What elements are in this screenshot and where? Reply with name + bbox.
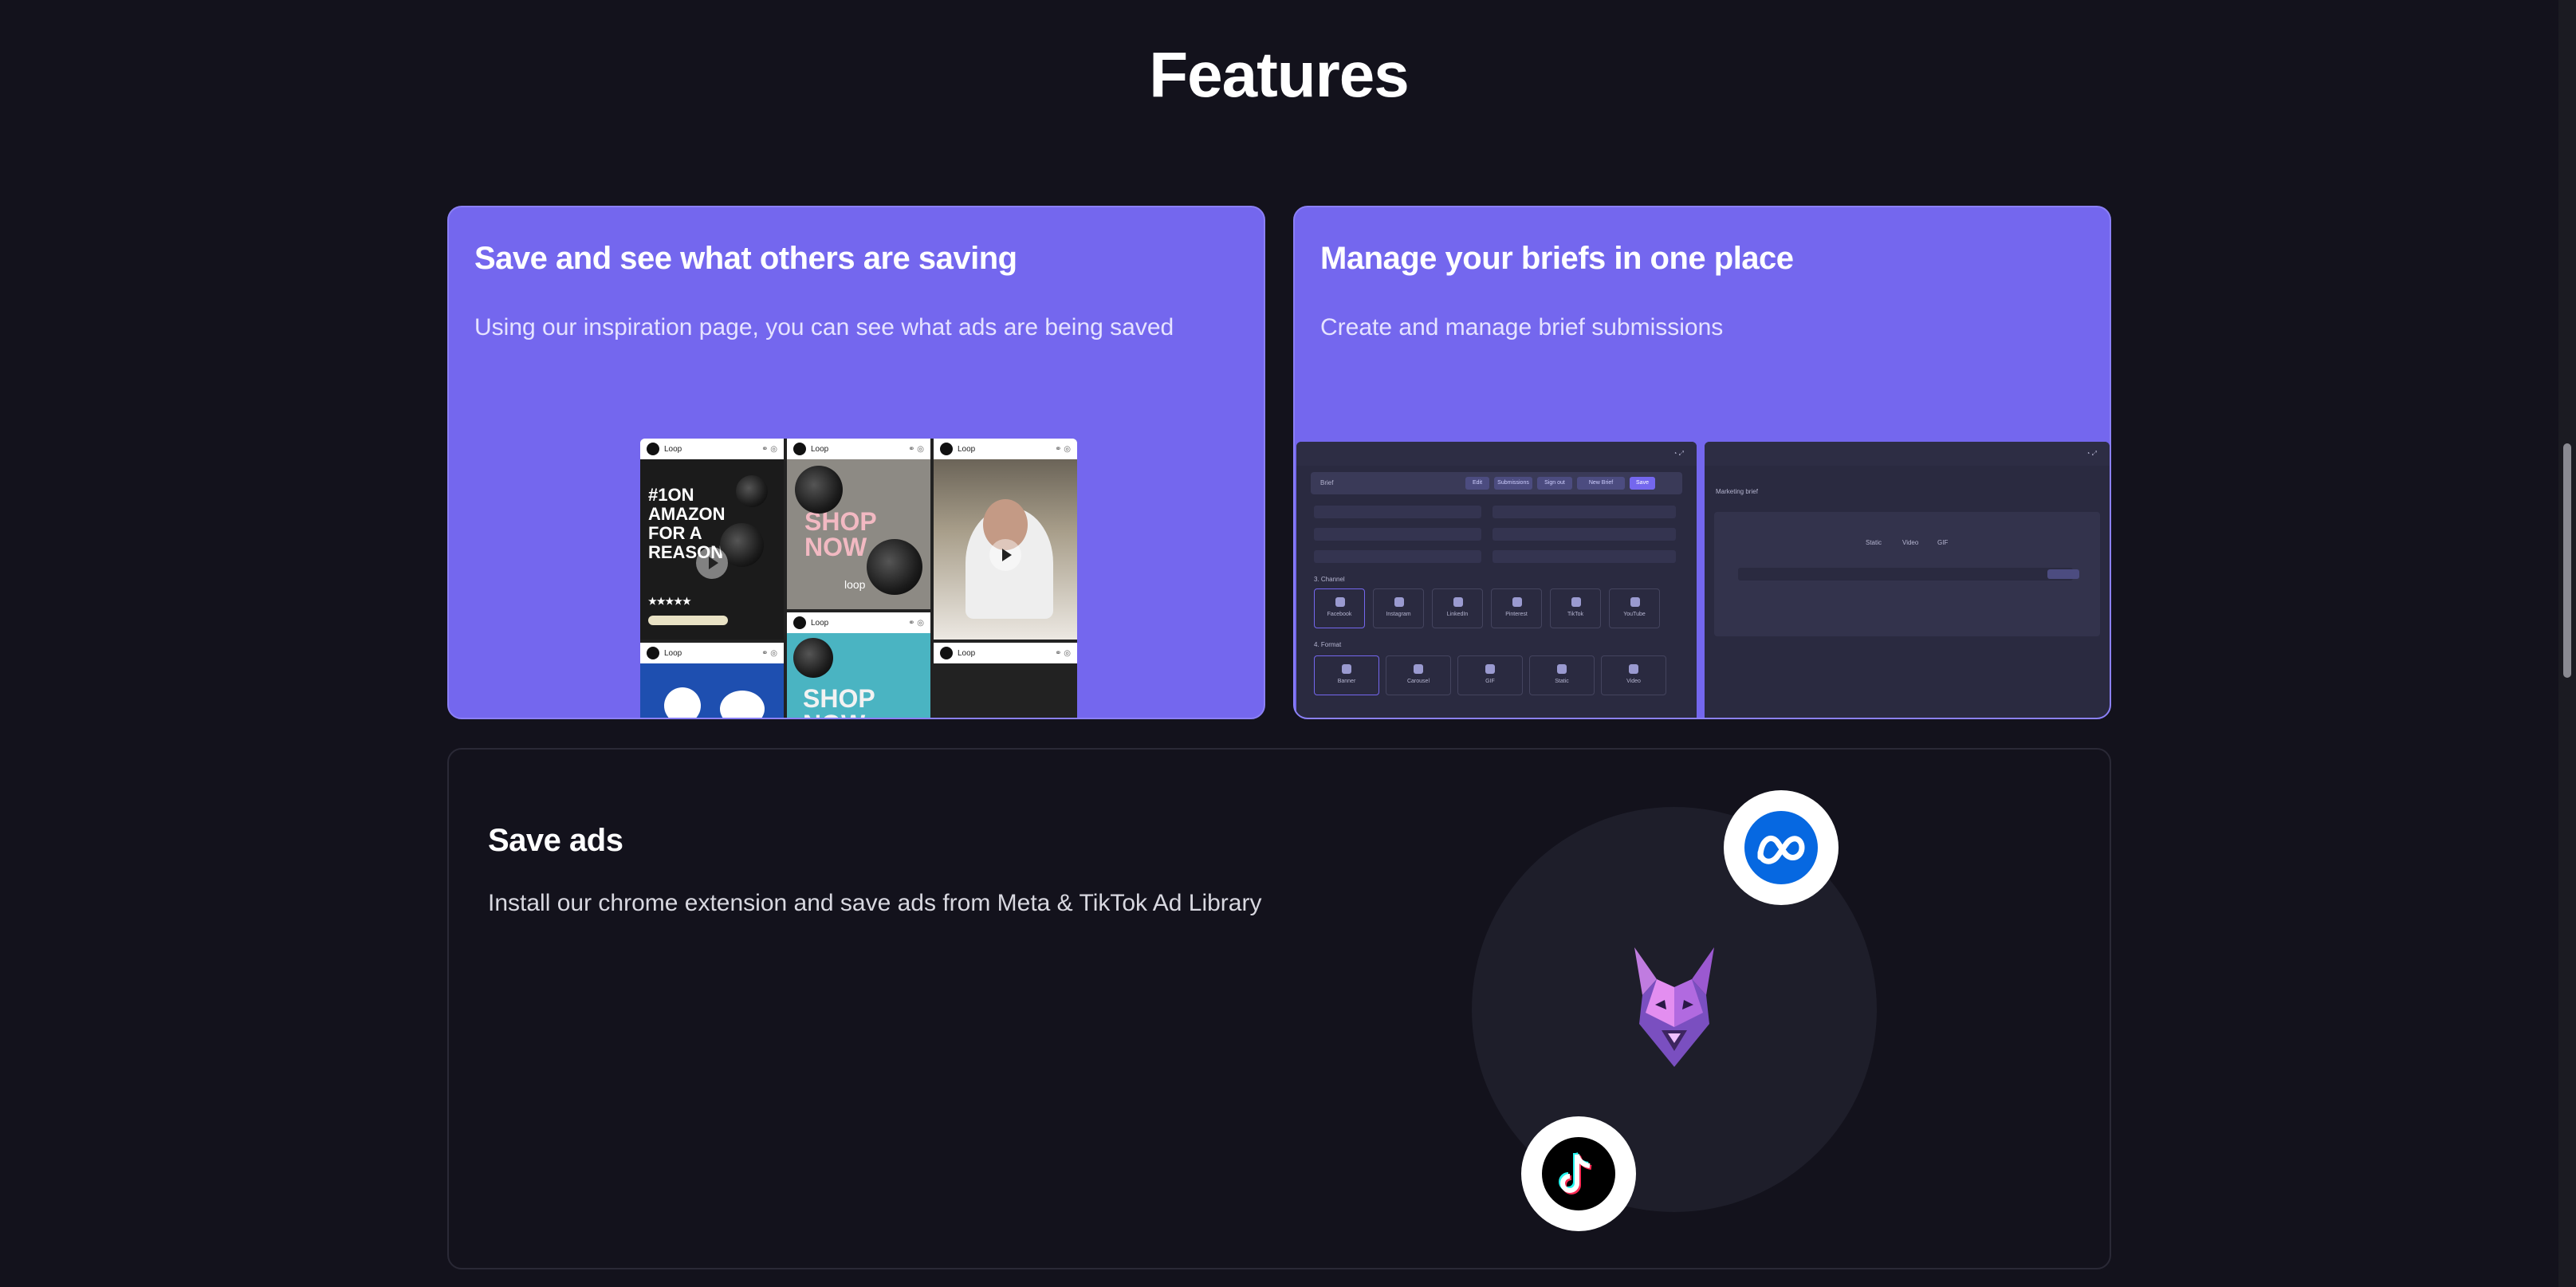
tiktok-logo-icon [1521,1116,1636,1231]
channel-option[interactable]: YouTube [1609,588,1660,628]
submission-type: Video [1902,539,1919,546]
meta-logo-icon [1724,790,1839,905]
ad-tile[interactable]: Loop ⚭ ◎ [640,643,784,718]
save-ads-card-title: Save ads [488,823,623,858]
briefs-card-title: Manage your briefs in one place [1320,241,1794,276]
submissions-title: Marketing brief [1716,488,1758,495]
brand-avatar [940,443,953,455]
form-field[interactable] [1314,506,1481,518]
upload-button[interactable] [2047,569,2079,579]
channel-option[interactable]: LinkedIn [1432,588,1483,628]
earbud-image [736,475,768,507]
brief-tab[interactable]: Submissions [1494,477,1532,490]
ad-tile[interactable]: Loop ⚭ ◎ [934,643,1077,718]
earbud-image [867,539,922,595]
ad-rating: ★★★★★ [648,596,691,607]
brand-avatar [940,647,953,659]
submission-type: Static [1866,539,1882,546]
ad-cta-button [648,616,728,625]
brand-avatar [647,647,659,659]
channel-option[interactable]: Instagram [1373,588,1424,628]
scrollbar-thumb[interactable] [2563,443,2571,678]
brand-name: Loop [664,444,682,454]
brief-save-button[interactable]: Save [1630,477,1655,490]
brand-avatar [793,443,806,455]
brief-title: Brief [1320,479,1334,486]
brief-header: Brief Edit Submissions Sign out New Brie… [1311,472,1682,494]
format-option[interactable]: Banner [1314,655,1379,695]
upload-field[interactable] [1738,568,2073,581]
ad-tile[interactable]: Loop ⚭ ◎ [934,439,1077,640]
inspiration-card-title: Save and see what others are saving [474,241,1017,276]
save-ads-card-description: Install our chrome extension and save ad… [488,890,1262,916]
channel-option[interactable]: Pinterest [1491,588,1542,628]
wolf-mascot-icon [1626,947,1722,1067]
link-icon[interactable]: ⚭ ◎ [1055,649,1071,658]
link-icon[interactable]: ⚭ ◎ [761,649,777,658]
panel-window-controls: ◔ ⤢ [1673,450,1684,457]
inspiration-card-description: Using our inspiration page, you can see … [474,314,1174,340]
ad-tile[interactable]: Loop ⚭ ◎ #1ON AMAZON FOR A REASON ★★★★★ [640,439,784,640]
brand-avatar [793,616,806,629]
brand-name: Loop [811,618,829,628]
brand-avatar [647,443,659,455]
brief-tab[interactable]: Edit [1465,477,1489,490]
brief-tab[interactable]: Sign out [1537,477,1572,490]
inspiration-card: Save and see what others are saving Usin… [447,206,1265,719]
ad-headline: #1ON [648,485,694,505]
ad-logo: loop [844,578,866,591]
page-scrollbar[interactable] [2558,0,2576,1287]
section-channel-label: 3. Channel [1314,576,1345,583]
format-option[interactable]: GIF [1457,655,1523,695]
form-field[interactable] [1493,528,1676,541]
format-option[interactable]: Carousel [1386,655,1451,695]
earbud-image [793,638,833,678]
channel-option[interactable]: Facebook [1314,588,1365,628]
briefs-card-description: Create and manage brief submissions [1320,314,1724,340]
play-icon[interactable] [696,547,728,579]
brand-name: Loop [958,648,976,658]
section-format-label: 4. Format [1314,641,1342,648]
form-field[interactable] [1314,528,1481,541]
link-icon[interactable]: ⚭ ◎ [908,619,924,628]
form-field[interactable] [1493,550,1676,563]
earbud-image [795,466,843,514]
ad-headline: AMAZON [648,504,726,524]
submission-type: GIF [1937,539,1949,546]
ad-tile[interactable]: Loop ⚭ ◎ SHOP NOW loop [787,439,930,609]
brand-name: Loop [958,444,976,454]
ad-headline: SHOP NOW [803,684,875,718]
brand-name: Loop [811,444,829,454]
link-icon[interactable]: ⚭ ◎ [908,445,924,454]
form-field[interactable] [1493,506,1676,518]
page-title: Features [1149,39,1409,110]
brief-tab[interactable]: New Brief [1577,477,1625,490]
product-image [720,691,765,718]
inspiration-page-preview: Loop ⚭ ◎ #1ON AMAZON FOR A REASON ★★★★★ L… [640,439,1077,718]
play-icon[interactable] [989,539,1021,571]
brief-submissions-preview: ◔ ⤢ Marketing brief Static Video GIF [1705,442,2110,718]
ad-headline: FOR A [648,523,702,543]
format-option[interactable]: Video [1601,655,1666,695]
briefs-card: Manage your briefs in one place Create a… [1293,206,2111,719]
brief-form-preview: ◔ ⤢ Brief Edit Submissions Sign out New … [1296,442,1697,718]
panel-window-controls: ◔ ⤢ [2086,450,2097,457]
brand-name: Loop [664,648,682,658]
ad-tile[interactable]: Loop ⚭ ◎ SHOP NOW [787,612,930,718]
link-icon[interactable]: ⚭ ◎ [761,445,777,454]
format-option[interactable]: Static [1529,655,1595,695]
form-field[interactable] [1314,550,1481,563]
product-image [664,687,701,718]
link-icon[interactable]: ⚭ ◎ [1055,445,1071,454]
submissions-area: Static Video GIF [1714,512,2100,636]
channel-option[interactable]: TikTok [1550,588,1601,628]
